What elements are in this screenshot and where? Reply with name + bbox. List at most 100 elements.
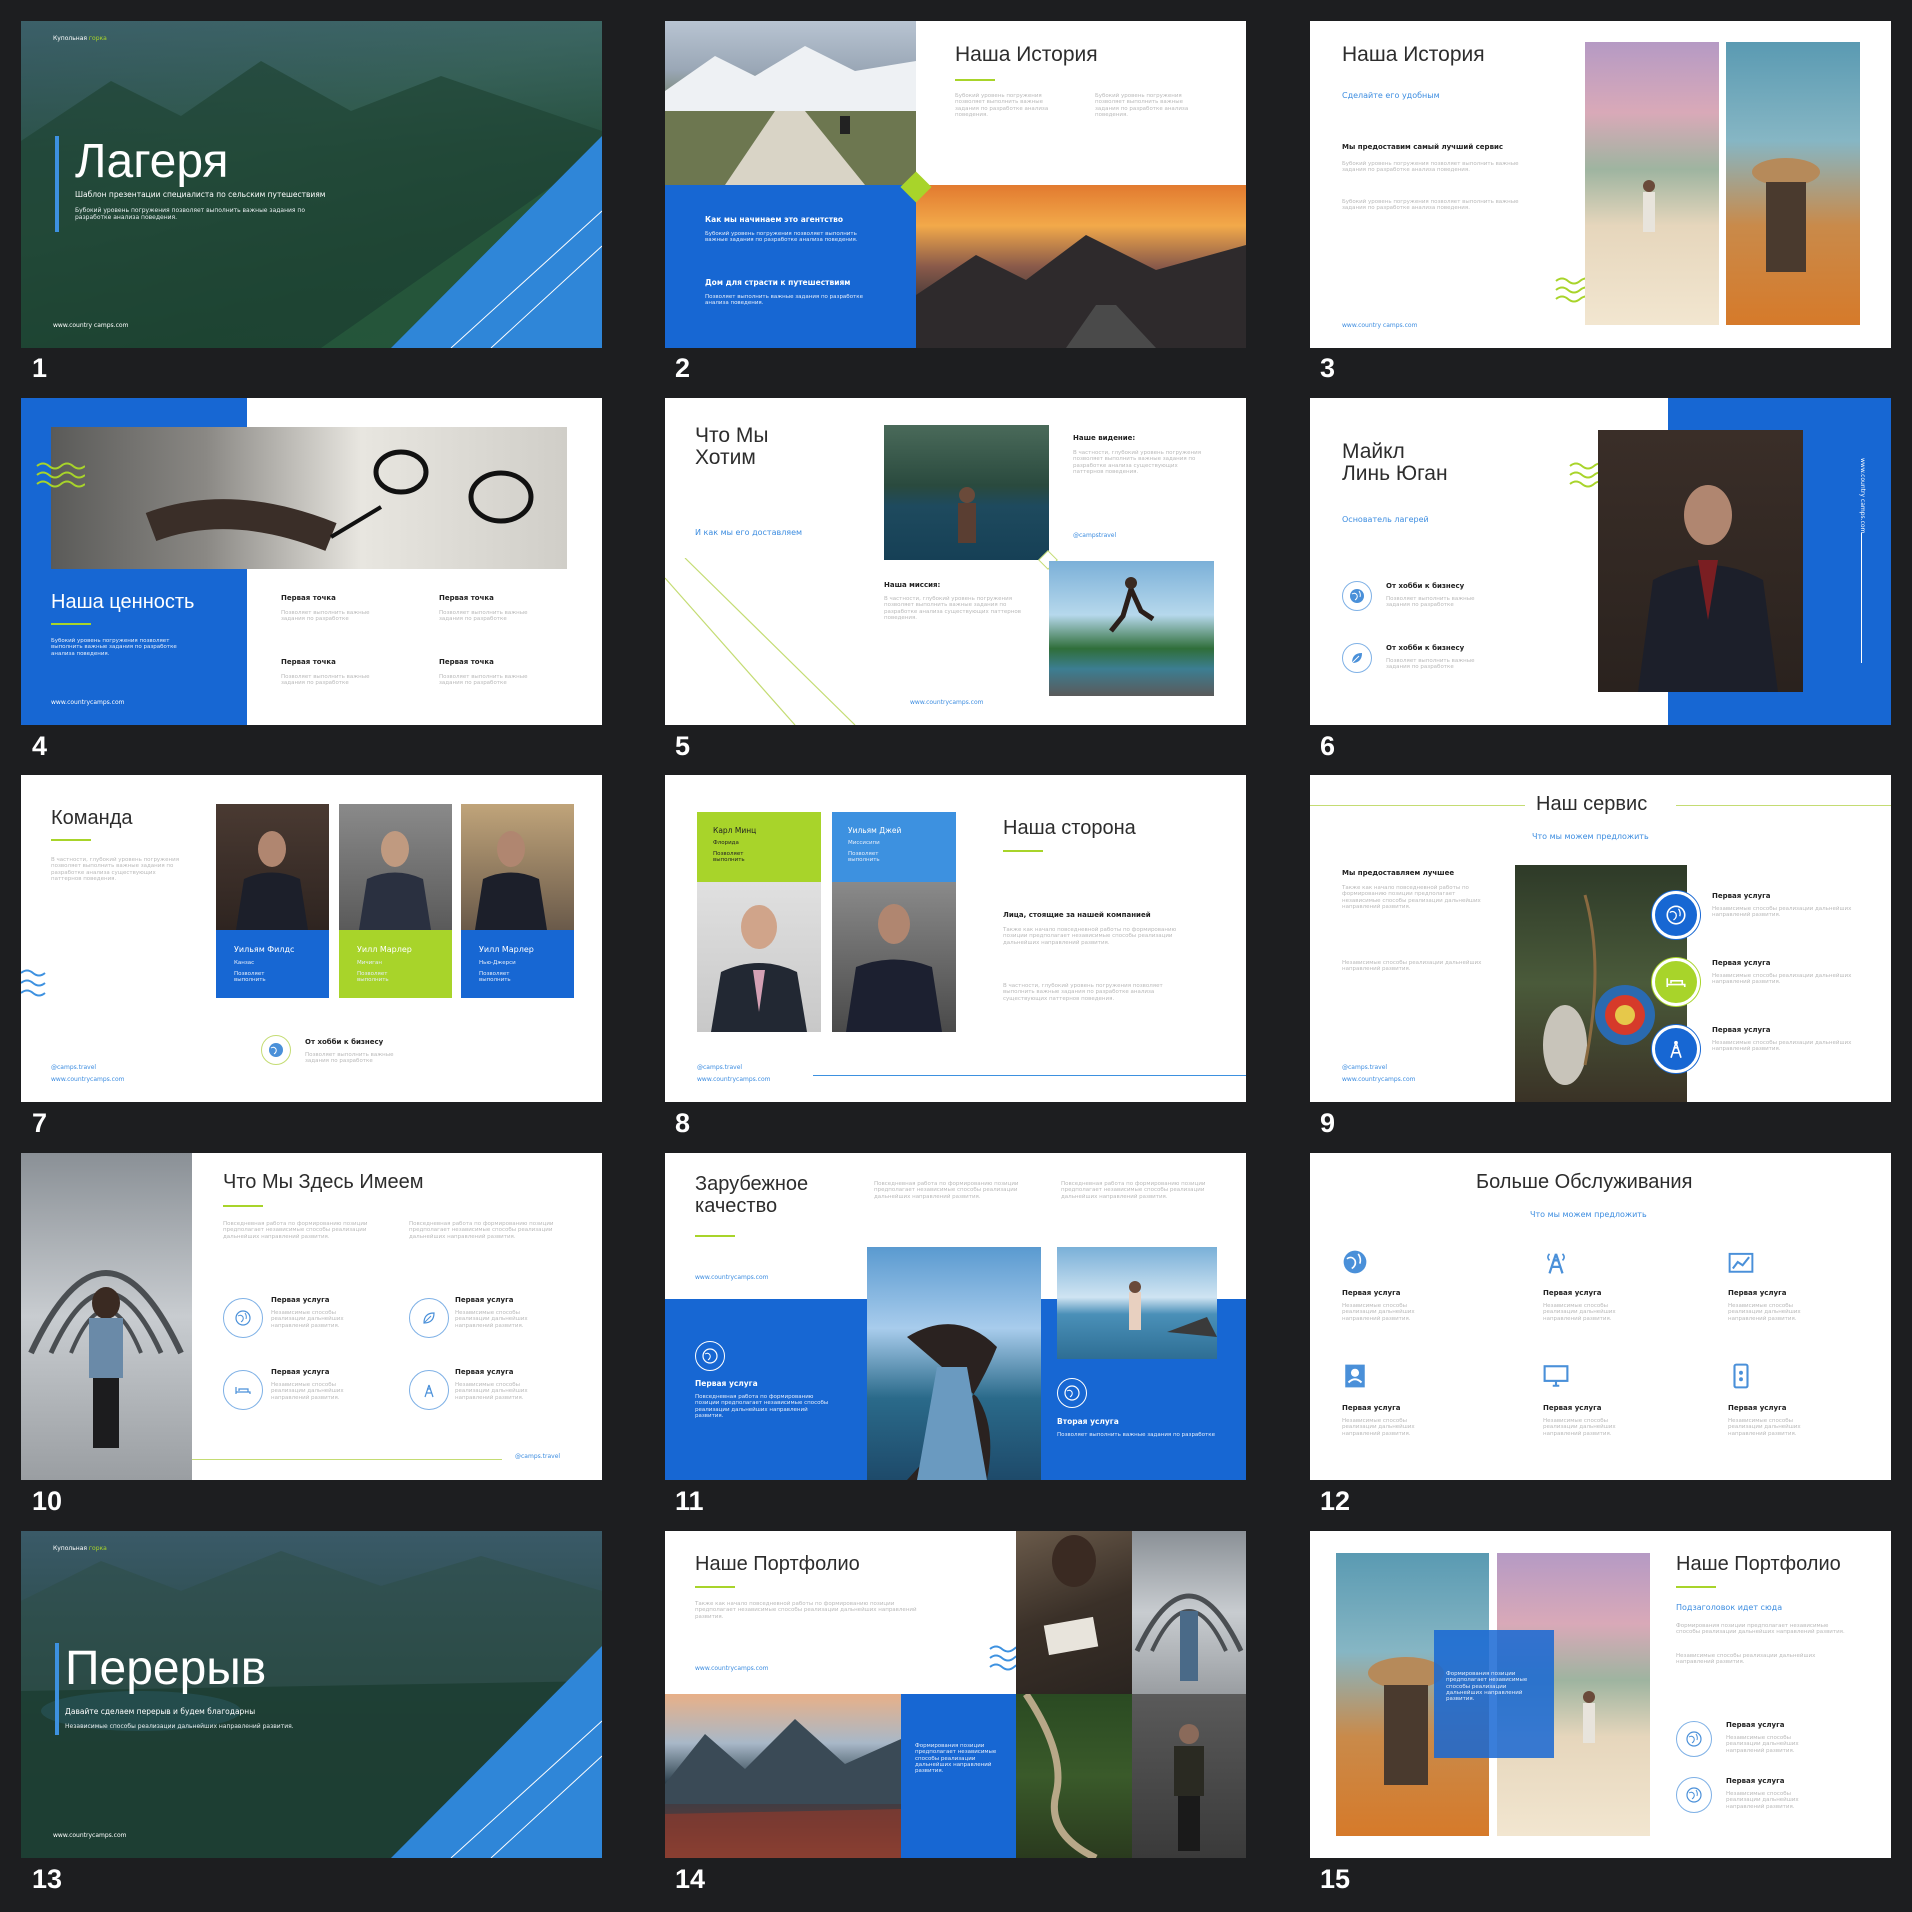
slide-4[interactable]: Наша ценность Бубокий уровень погружения… (21, 398, 602, 725)
slide-11[interactable]: Зарубежное качество Повседневная работа … (665, 1153, 1246, 1480)
team-photo-1 (216, 804, 329, 930)
slide-title: Команда (51, 807, 133, 829)
slide-5[interactable]: Что Мы Хотим И как мы его доставляем Наш… (665, 398, 1246, 725)
portrait-photo (1598, 430, 1803, 692)
slide-number: 10 (32, 1486, 63, 1516)
slide-2[interactable]: Наша История Бубокий уровень погружения … (665, 21, 1246, 348)
slide-number: 7 (32, 1108, 48, 1138)
member-note: Позволяет выполнить (234, 971, 266, 984)
website-url[interactable]: www.countrycamps.com (1342, 1076, 1416, 1084)
man-photo (1132, 1694, 1246, 1858)
slide-title: Наша ценность (51, 591, 195, 613)
team-photo-2 (339, 804, 452, 930)
service-text: Независимые способы реализации дальнейши… (271, 1382, 344, 1401)
slide-title: Что Мы Здесь Имеем (223, 1171, 424, 1193)
chart-icon (1728, 1252, 1754, 1273)
service-title: Первая услуга (455, 1296, 514, 1304)
website-url[interactable]: www.countrycamps.com (695, 1665, 769, 1673)
service-text: Независимые способы реализации дальнейши… (1543, 1418, 1616, 1437)
blue-panel (665, 185, 916, 348)
website-url[interactable]: www.countrycamps.com (695, 1274, 769, 1282)
slide-text: Бубокий уровень погружения позволяет вып… (51, 638, 177, 657)
service-text: Независимые способы реализации дальнейши… (1726, 1791, 1799, 1810)
handle-link[interactable]: @camps.travel (51, 1064, 96, 1072)
slide-3[interactable]: Наша История Сделайте его удобным Мы пре… (1310, 21, 1891, 348)
slide-subtitle: Подзаголовок идет сюда (1676, 1603, 1783, 1612)
website-url[interactable]: www.country camps.com (1342, 322, 1417, 330)
person-role: Основатель лагерей (1342, 515, 1429, 524)
slide-number: 1 (32, 353, 48, 383)
member-name: Уилл Марлер (357, 945, 412, 954)
divider-line (1310, 805, 1525, 806)
globe-icon (695, 1341, 725, 1371)
slide-14[interactable]: Наше Портфолио Также как начало повседне… (665, 1531, 1246, 1858)
mission-text: В частности, глубокий уровень погружения… (884, 596, 1021, 621)
person-name: Майкл Линь Юган (1342, 440, 1448, 486)
item-text: Позволяет выполнить важные задания по ра… (1386, 658, 1475, 671)
member-card (697, 812, 821, 882)
slide-title: Больше Обслуживания (1476, 1171, 1693, 1193)
slide-title: Наш сервис (1536, 793, 1648, 815)
paragraph-1: Также как начало повседневной работы по … (1003, 927, 1177, 946)
vertical-url[interactable]: www.country camps.com (1858, 458, 1866, 533)
slide-10[interactable]: Что Мы Здесь Имеем Повседневная работа п… (21, 1153, 602, 1480)
slide-title: Наша сторона (1003, 817, 1136, 839)
sea-photo (1057, 1247, 1217, 1359)
vision-heading: Наше видение: (1073, 434, 1136, 442)
slide-number: 12 (1320, 1486, 1351, 1516)
service-title: Первая услуга (1728, 1289, 1787, 1297)
handle-link[interactable]: @campstravel (1073, 532, 1116, 540)
slide-subtitle: Что мы можем предложить (1532, 832, 1649, 841)
paragraph-2: В частности, глубокий уровень погружения… (1003, 983, 1163, 1002)
wave-icon (36, 462, 85, 488)
service-title: Первая услуга (1342, 1289, 1401, 1297)
divider-line (1676, 805, 1891, 806)
member-card (832, 812, 956, 882)
member-name: Карл Минц (713, 826, 757, 835)
slide-1[interactable]: Купольная горка Лагеря Шаблон презентаци… (21, 21, 602, 348)
lake-mountain-photo (665, 1694, 901, 1858)
globe-icon (1057, 1378, 1087, 1408)
service-text: Независимые способы реализации дальнейши… (1726, 1735, 1799, 1754)
vision-text: В частности, глубокий уровень погружения… (1073, 450, 1202, 475)
globe-icon (223, 1298, 263, 1338)
website-url[interactable]: www.countrycamps.com (51, 699, 125, 707)
service-title: Первая услуга (695, 1379, 758, 1388)
phone-icon (1733, 1363, 1749, 1389)
paragraph-1: Бубокий уровень погружения позволяет вып… (1342, 161, 1519, 174)
service-title: Первая услуга (1726, 1721, 1785, 1729)
website-url[interactable]: www.countrycamps.com (697, 1076, 771, 1084)
section-heading-2: Дом для страсти к путешествиям (705, 278, 851, 287)
tower-icon (409, 1370, 449, 1410)
slide-6[interactable]: Майкл Линь Юган Основатель лагерей От хо… (1310, 398, 1891, 725)
service-title: Первая услуга (1712, 1026, 1771, 1034)
service-text: Независимые способы реализации дальнейши… (1342, 1303, 1415, 1322)
handle-link[interactable]: @camps.travel (515, 1453, 560, 1461)
slide-9[interactable]: Наш сервис Что мы можем предложить Мы пр… (1310, 775, 1891, 1102)
member-note: Позволяет выполнить (848, 851, 880, 864)
handle-link[interactable]: @camps.travel (697, 1064, 742, 1072)
member-name: Уильям Филдс (234, 945, 295, 954)
column-text-2: Бубокий уровень погружения позволяет вып… (1095, 93, 1189, 118)
divider-line (192, 1459, 502, 1460)
road-photo (665, 21, 916, 185)
mission-heading: Наша миссия: (884, 581, 941, 589)
slide-number: 13 (32, 1864, 63, 1894)
slide-13[interactable]: Купольная горка Перерыв Давайте сделаем … (21, 1531, 602, 1858)
section-heading: Мы предоставим самый лучший сервис (1342, 143, 1504, 151)
title-underline (1676, 1586, 1716, 1588)
website-url[interactable]: www.countrycamps.com (910, 699, 984, 707)
member-photo-2 (832, 882, 956, 1032)
slide-8[interactable]: Карл Минц Флорида Позволяет выполнить Уи… (665, 775, 1246, 1102)
title-underline (51, 623, 91, 625)
handle-link[interactable]: @camps.travel (1342, 1064, 1387, 1072)
slide-7[interactable]: Команда В частности, глубокий уровень по… (21, 775, 602, 1102)
service-title: Первая услуга (271, 1296, 330, 1304)
tunnel-photo (21, 1153, 192, 1480)
slide-12[interactable]: Больше Обслуживания Что мы можем предлож… (1310, 1153, 1891, 1480)
slide-subtitle: Что мы можем предложить (1530, 1210, 1647, 1219)
slide-15[interactable]: Формирования позиции предполагает незави… (1310, 1531, 1891, 1858)
team-photo-3 (461, 804, 574, 930)
website-url[interactable]: www.countrycamps.com (51, 1076, 125, 1084)
member-note: Позволяет выполнить (713, 851, 745, 864)
